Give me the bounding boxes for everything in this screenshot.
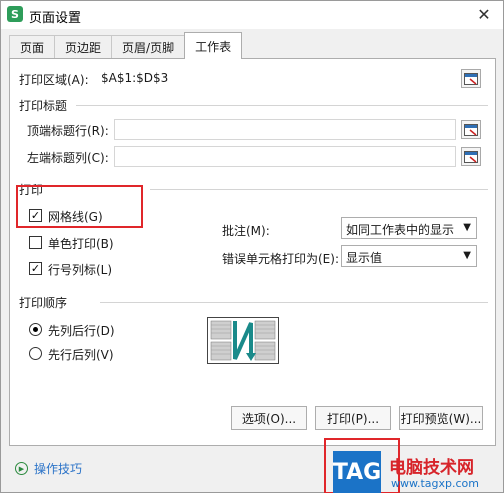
left-cols-label: 左端标题列(C): [27,151,109,165]
errors-label: 错误单元格打印为(E): [222,252,339,266]
errors-select-value: 显示值 [346,251,383,265]
print-titles-group-label: 打印标题 [19,99,68,113]
watermark-tag-logo: TAG [333,451,381,493]
print-group-divider [150,189,488,190]
watermark-line1: 电脑技术网 [389,458,474,478]
mono-print-checkbox[interactable] [29,236,42,249]
tab-header-footer[interactable]: 页眉/页脚 [111,35,186,59]
down-then-over-radio[interactable] [29,323,42,336]
top-rows-picker-button[interactable] [461,120,481,139]
checkmark-icon: ✓ [30,262,41,275]
left-cols-input[interactable] [114,146,456,167]
page-setup-dialog: S 页面设置 ✕ 页面 页边距 页眉/页脚 工作表 打印区域(A): $A$1:… [0,0,504,493]
sheet-tab-panel: 打印区域(A): $A$1:$D$3 打印标题 顶端标题行(R): 左端标题列(… [9,58,496,446]
left-cols-picker-button[interactable] [461,147,481,166]
wps-app-icon: S [7,6,23,22]
range-picker-icon [464,72,478,85]
down-then-over-label: 先列后行(D) [48,324,115,338]
print-area-label: 打印区域(A): [19,73,89,87]
tab-page[interactable]: 页面 [9,35,56,59]
help-link[interactable]: ▶ 操作技巧 [15,460,82,477]
range-picker-icon [464,123,478,136]
watermark-line2: www.tagxp.com [391,477,479,490]
over-then-down-radio[interactable] [29,347,42,360]
comments-select[interactable]: 如同工作表中的显示 ▼ [341,217,477,239]
print-button[interactable]: 打印(P)... [315,406,391,430]
errors-select[interactable]: 显示值 ▼ [341,245,477,267]
page-order-group-label: 打印顺序 [19,296,68,310]
over-then-down-label: 先行后列(V) [48,348,114,362]
options-button[interactable]: 选项(O)... [231,406,307,430]
tab-sheet[interactable]: 工作表 [184,32,243,59]
gridlines-highlight-box [16,185,143,228]
range-picker-icon [464,150,478,163]
print-titles-divider [76,105,488,106]
close-icon[interactable]: ✕ [473,3,495,25]
row-col-headings-label: 行号列标(L) [48,263,113,277]
dialog-title: 页面设置 [29,11,82,26]
tab-margins[interactable]: 页边距 [54,35,113,59]
tab-strip: 页面 页边距 页眉/页脚 工作表 [9,32,243,59]
play-icon: ▶ [15,462,28,475]
page-order-preview-icon [207,317,279,364]
comments-label: 批注(M): [222,224,270,238]
help-label: 操作技巧 [34,462,83,476]
comments-select-value: 如同工作表中的显示 [346,223,455,237]
print-area-picker-button[interactable] [461,69,481,88]
mono-print-label: 单色打印(B) [48,237,114,251]
dropdown-arrow-icon: ▼ [463,250,471,261]
top-rows-input[interactable] [114,119,456,140]
watermark: TAG 电脑技术网 www.tagxp.com [333,451,504,493]
print-area-input[interactable]: $A$1:$D$3 [96,68,456,89]
title-bar: S 页面设置 ✕ [1,1,503,29]
page-order-divider [100,302,488,303]
top-rows-label: 顶端标题行(R): [27,124,109,138]
print-preview-button[interactable]: 打印预览(W)... [399,406,483,430]
row-col-headings-checkbox[interactable]: ✓ [29,262,42,275]
dropdown-arrow-icon: ▼ [463,222,471,233]
